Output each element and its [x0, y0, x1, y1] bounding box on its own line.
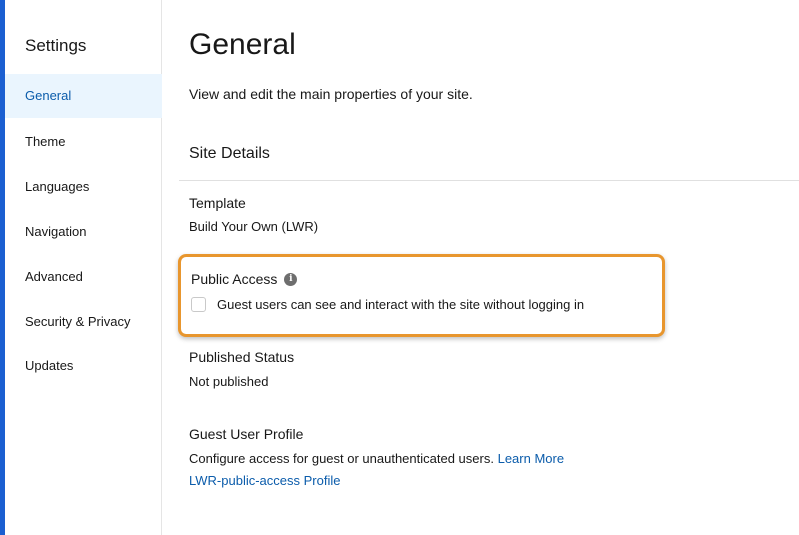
page-title: General: [189, 28, 296, 61]
info-icon[interactable]: i: [284, 272, 298, 286]
published-status-label: Published Status: [189, 349, 295, 365]
guest-user-profile-description: Configure access for guest or unauthenti…: [189, 451, 494, 466]
sidebar-item-languages[interactable]: Languages: [5, 165, 162, 209]
sidebar-item-general[interactable]: General: [5, 74, 162, 118]
public-access-checkbox[interactable]: [191, 297, 206, 312]
template-label: Template: [189, 195, 246, 211]
public-access-label: Public Access: [191, 271, 278, 287]
public-access-label-row: Public Access i: [191, 271, 298, 287]
section-title-site-details: Site Details: [189, 145, 270, 162]
learn-more-link[interactable]: Learn More: [498, 451, 564, 466]
sidebar-item-updates[interactable]: Updates: [5, 344, 162, 388]
app-window: Settings General Theme Languages Navigat…: [0, 0, 799, 535]
sidebar-item-navigation[interactable]: Navigation: [5, 210, 162, 254]
main-content: General View and edit the main propertie…: [162, 0, 799, 535]
page-description: View and edit the main properties of you…: [189, 86, 473, 102]
sidebar-item-security-privacy[interactable]: Security & Privacy: [5, 300, 162, 344]
settings-sidebar: Settings General Theme Languages Navigat…: [5, 0, 162, 535]
sidebar-item-advanced[interactable]: Advanced: [5, 255, 162, 299]
sidebar-item-theme[interactable]: Theme: [5, 120, 162, 164]
public-access-checkbox-row[interactable]: Guest users can see and interact with th…: [191, 297, 584, 312]
guest-user-profile-description-row: Configure access for guest or unauthenti…: [189, 451, 564, 466]
profile-link[interactable]: LWR-public-access Profile: [189, 473, 340, 488]
template-value: Build Your Own (LWR): [189, 219, 319, 234]
public-access-checkbox-label: Guest users can see and interact with th…: [217, 297, 585, 312]
section-divider: [179, 180, 799, 181]
sidebar-title: Settings: [25, 36, 87, 55]
guest-user-profile-label: Guest User Profile: [189, 426, 304, 442]
public-access-highlight: Public Access i Guest users can see and …: [178, 254, 665, 337]
published-status-value: Not published: [189, 374, 269, 389]
